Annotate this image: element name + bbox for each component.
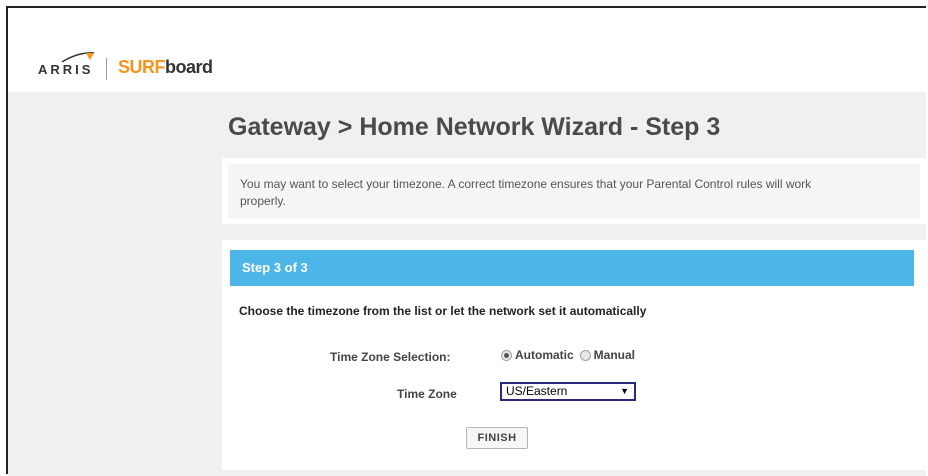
arris-logo: ARRIS [38,62,94,77]
header: ARRIS SURFboard [8,8,926,92]
automatic-radio[interactable] [501,349,512,361]
timezone-select-value: US/Eastern [506,384,568,398]
step-panel: Step 3 of 3 Choose the timezone from the… [222,240,928,470]
timezone-select[interactable]: US/Eastern ▼ [500,382,636,401]
manual-radio-label[interactable]: Manual [594,348,635,362]
automatic-radio-label[interactable]: Automatic [515,348,574,362]
manual-radio[interactable] [579,349,591,361]
timezone-mode-radio-group: Automatic Manual [501,348,641,362]
timezone-label: Time Zone [397,387,457,401]
info-text: You may want to select your timezone. A … [240,177,812,208]
surfboard-logo: SURFboard [118,57,213,78]
finish-button[interactable]: FINISH [466,427,528,449]
timezone-selection-label: Time Zone Selection: [330,350,451,364]
dropdown-arrow-icon: ▼ [620,386,629,396]
instruction-text: Choose the timezone from the list or let… [239,304,647,318]
info-box: You may want to select your timezone. A … [228,164,920,218]
step-header: Step 3 of 3 [230,250,914,286]
logo-divider [106,58,107,80]
surfboard-logo-surf: SURF [118,57,166,77]
page-title: Gateway > Home Network Wizard - Step 3 [228,113,721,141]
info-panel: You may want to select your timezone. A … [222,158,928,224]
browser-frame: ARRIS SURFboard Gateway > Home Network W… [6,6,928,476]
surfboard-logo-board: board [165,57,213,77]
